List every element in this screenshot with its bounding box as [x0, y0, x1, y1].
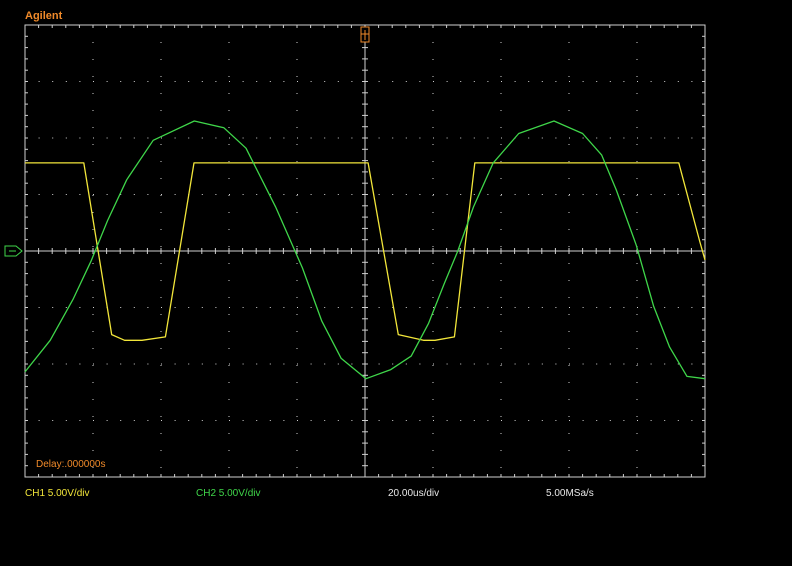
graticule — [24, 24, 706, 478]
markers — [4, 26, 370, 257]
delay-readout: Delay:.000000s — [36, 459, 106, 470]
ch1-scale: CH1 5.00V/div — [25, 488, 90, 499]
trigger-position-marker — [360, 26, 370, 43]
oscilloscope-screen: Delay:.000000s — [4, 24, 706, 478]
timebase-readout: 20.00us/div — [388, 488, 440, 499]
ground-reference-marker — [4, 245, 23, 257]
ch2-scale: CH2 5.00V/div — [196, 488, 261, 499]
sample-rate-readout: 5.00MSa/s — [546, 488, 594, 499]
